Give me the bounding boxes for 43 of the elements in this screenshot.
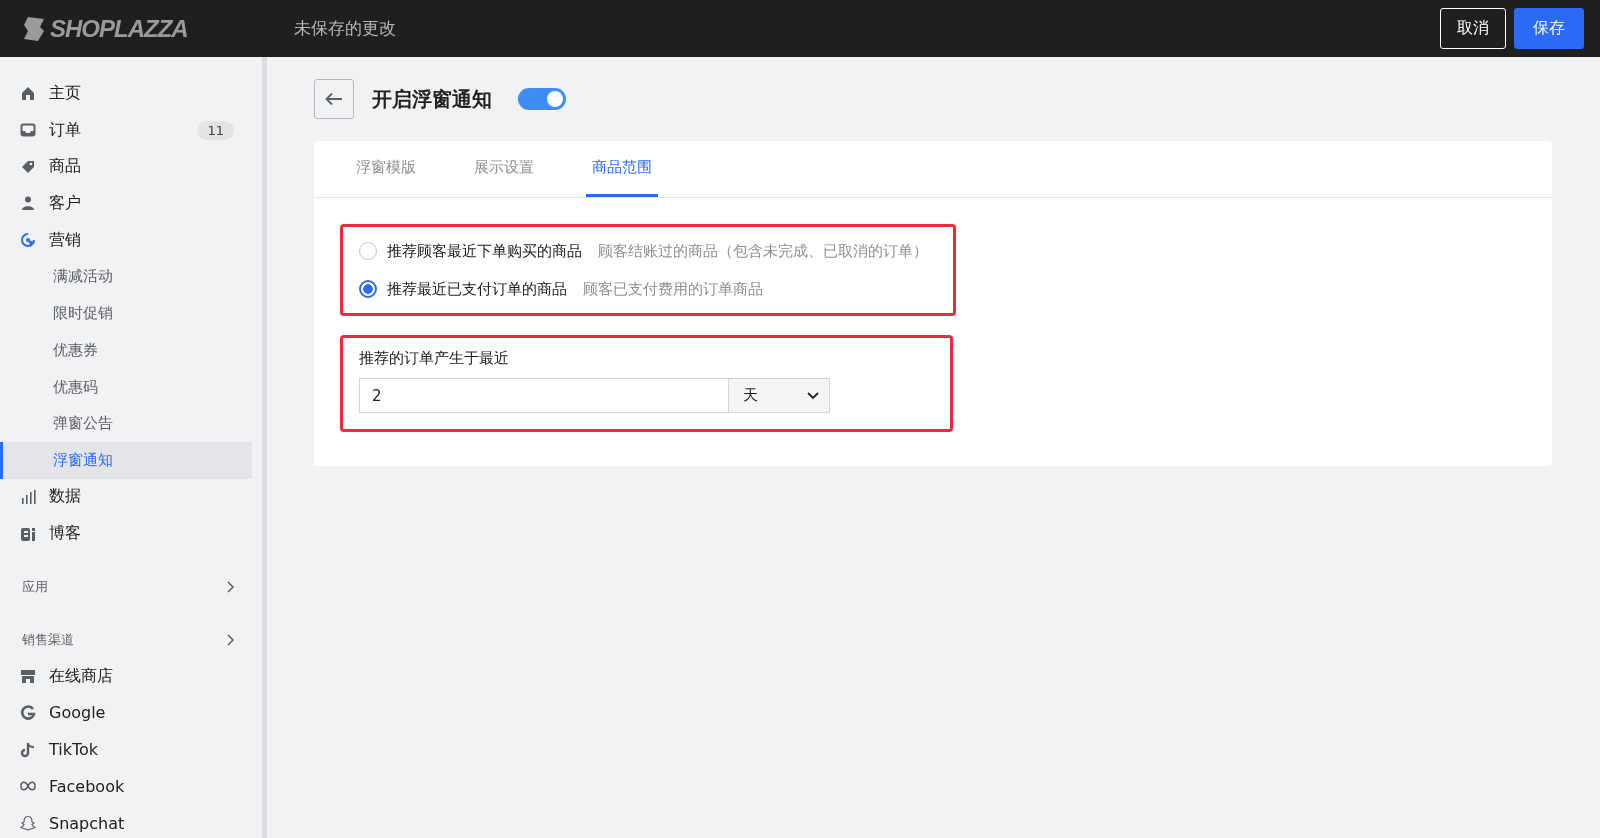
- leaf-logo-icon: [22, 14, 46, 43]
- scrollbar[interactable]: [262, 57, 267, 838]
- chevron-right-icon: [226, 633, 234, 646]
- chevron-right-icon: [226, 580, 234, 593]
- sidebar-item[interactable]: TikTok: [0, 731, 252, 768]
- option-label: 推荐顾客最近下单购买的商品: [387, 241, 582, 261]
- sidebar-subitem[interactable]: 弹窗公告: [0, 405, 252, 442]
- left-arrow-icon: [325, 92, 343, 106]
- sidebar-item[interactable]: 数据: [0, 478, 252, 516]
- sidebar-subitem[interactable]: 浮窗通知: [0, 441, 252, 479]
- enable-toggle[interactable]: [518, 88, 566, 110]
- field-label: 推荐的订单产生于最近: [359, 349, 510, 368]
- tab[interactable]: 商品范围: [586, 141, 658, 197]
- sidebar-subitem[interactable]: 优惠券: [0, 331, 252, 369]
- days-input[interactable]: 2: [359, 378, 729, 413]
- page-title: 开启浮窗通知: [372, 85, 492, 113]
- radio-button[interactable]: [359, 280, 377, 298]
- sidebar-subitem[interactable]: 满减活动: [0, 258, 252, 296]
- brand-logo: SHOPLAZZA: [50, 14, 188, 43]
- sidebar-subitem[interactable]: 优惠码: [0, 368, 252, 406]
- back-button[interactable]: [314, 79, 354, 119]
- sidebar-item[interactable]: 营销: [0, 221, 252, 259]
- sidebar-item[interactable]: 主页: [0, 75, 252, 112]
- option-hint: 顾客结账过的商品（包含未完成、已取消的订单）: [598, 241, 928, 261]
- cancel-button[interactable]: 取消: [1440, 8, 1506, 49]
- chevron-down-icon: [807, 391, 819, 400]
- section-heading[interactable]: 销售渠道: [22, 630, 74, 649]
- save-button[interactable]: 保存: [1514, 8, 1584, 49]
- sidebar-item[interactable]: Facebook: [0, 768, 252, 805]
- option-label: 推荐最近已支付订单的商品: [387, 279, 567, 299]
- unsaved-changes-text: 未保存的更改: [294, 17, 396, 40]
- sidebar-item[interactable]: 商品: [0, 148, 252, 186]
- section-heading[interactable]: 应用: [22, 577, 48, 596]
- option-hint: 顾客已支付费用的订单商品: [583, 279, 763, 299]
- sidebar-item[interactable]: 客户: [0, 185, 252, 222]
- unit-dropdown[interactable]: 天: [729, 378, 830, 413]
- sidebar-item[interactable]: 博客: [0, 515, 252, 552]
- sidebar-subitem[interactable]: 限时促销: [0, 295, 252, 332]
- count-badge: 11: [197, 120, 234, 140]
- sidebar-item[interactable]: Snapchat: [0, 804, 252, 838]
- sidebar-item[interactable]: 在线商店: [0, 657, 252, 695]
- sidebar-item[interactable]: 订单 11: [0, 111, 252, 149]
- sidebar-item[interactable]: Google: [0, 694, 252, 732]
